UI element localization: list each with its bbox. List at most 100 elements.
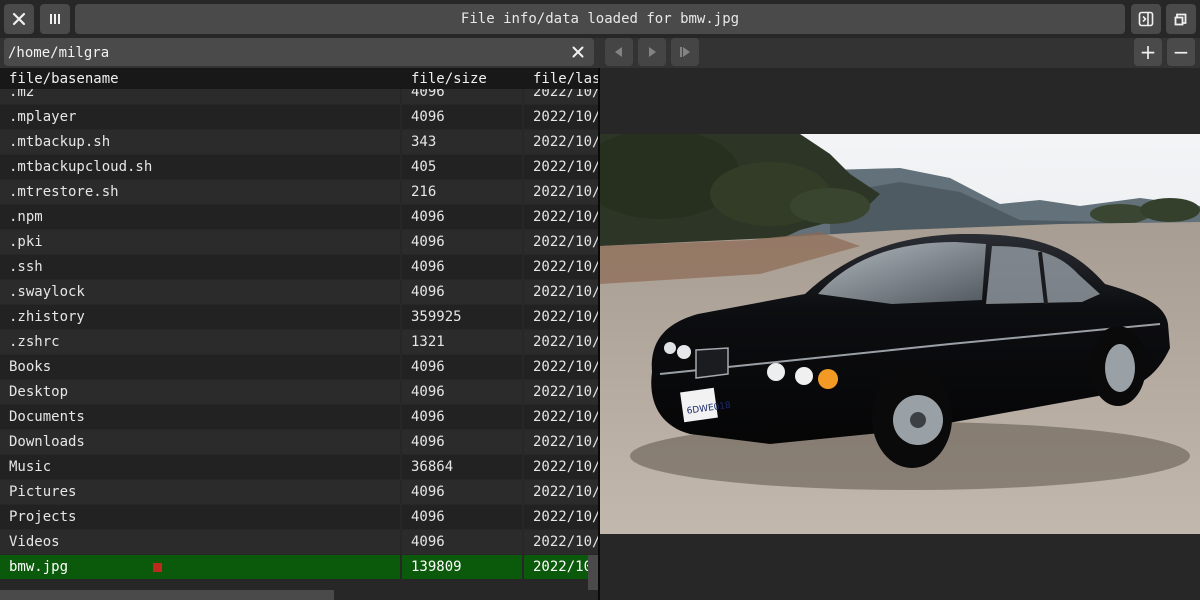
cell-size: 405 bbox=[402, 155, 522, 179]
cell-size: 1321 bbox=[402, 330, 522, 354]
preview-image: 6DWE018 bbox=[600, 134, 1200, 534]
table-row[interactable]: .mplayer 4096 2022/10/ bbox=[0, 105, 598, 130]
cell-lastmod: 2022/10/ bbox=[524, 555, 598, 579]
cell-size: 4096 bbox=[402, 355, 522, 379]
table-row[interactable]: .mtrestore.sh 216 2022/10/ bbox=[0, 180, 598, 205]
cell-size: 139809 bbox=[402, 555, 522, 579]
cell-basename: .zshrc bbox=[0, 330, 400, 354]
table-row[interactable]: Music 36864 2022/10/ bbox=[0, 455, 598, 480]
cell-lastmod: 2022/10/ bbox=[524, 405, 598, 429]
cell-size: 4096 bbox=[402, 480, 522, 504]
cell-size: 4096 bbox=[402, 105, 522, 129]
cell-lastmod: 2022/10/ bbox=[524, 305, 598, 329]
cell-lastmod: 2022/10/ bbox=[524, 205, 598, 229]
cell-size: 216 bbox=[402, 180, 522, 204]
cell-basename: Documents bbox=[0, 405, 400, 429]
cell-lastmod: 2022/10/ bbox=[524, 455, 598, 479]
cell-lastmod: 2022/10/ bbox=[524, 155, 598, 179]
next-button[interactable] bbox=[671, 38, 699, 66]
image-preview-pane: 6DWE018 bbox=[600, 68, 1200, 600]
table-row[interactable]: .ssh 4096 2022/10/ bbox=[0, 255, 598, 280]
cell-size: 4096 bbox=[402, 255, 522, 279]
columns-icon bbox=[50, 14, 60, 24]
cell-basename: .mtbackup.sh bbox=[0, 130, 400, 154]
clear-icon bbox=[572, 46, 584, 58]
toggle-sidebar-button[interactable] bbox=[1131, 4, 1161, 34]
cell-lastmod: 2022/10/ bbox=[524, 280, 598, 304]
cell-basename: .npm bbox=[0, 205, 400, 229]
table-row[interactable]: .npm 4096 2022/10/ bbox=[0, 205, 598, 230]
cell-basename: bmw.jpg bbox=[0, 555, 400, 579]
cell-basename: .ssh bbox=[0, 255, 400, 279]
cell-size: 359925 bbox=[402, 305, 522, 329]
path-field[interactable] bbox=[4, 38, 594, 68]
cell-size: 343 bbox=[402, 130, 522, 154]
zoom-in-button[interactable]: + bbox=[1134, 38, 1162, 66]
cell-basename: Projects bbox=[0, 505, 400, 529]
cell-lastmod: 2022/10/ bbox=[524, 430, 598, 454]
cell-basename: .mtrestore.sh bbox=[0, 180, 400, 204]
minus-icon: − bbox=[1172, 40, 1190, 64]
column-header-basename[interactable]: file/basename bbox=[9, 71, 119, 87]
cell-basename: .mtbackupcloud.sh bbox=[0, 155, 400, 179]
cell-basename: Videos bbox=[0, 530, 400, 554]
sidebar-toggle-icon bbox=[1138, 11, 1154, 27]
cell-lastmod: 2022/10/ bbox=[524, 180, 598, 204]
skip-next-icon bbox=[680, 47, 690, 57]
cell-lastmod: 2022/10/ bbox=[524, 130, 598, 154]
cell-size: 4096 bbox=[402, 230, 522, 254]
horizontal-scrollbar[interactable] bbox=[0, 590, 334, 600]
cell-basename: .swaylock bbox=[0, 280, 400, 304]
table-row[interactable]: .zshrc 1321 2022/10/ bbox=[0, 330, 598, 355]
cell-lastmod: 2022/10/ bbox=[524, 530, 598, 554]
table-row[interactable]: Projects 4096 2022/10/ bbox=[0, 505, 598, 530]
column-header-size[interactable]: file/size bbox=[411, 71, 487, 87]
cell-size: 36864 bbox=[402, 455, 522, 479]
cell-basename: Desktop bbox=[0, 380, 400, 404]
fullscreen-icon bbox=[1174, 13, 1187, 26]
clear-path-button[interactable] bbox=[568, 42, 588, 62]
cell-size: 4096 bbox=[402, 430, 522, 454]
table-row[interactable]: .swaylock 4096 2022/10/ bbox=[0, 280, 598, 305]
table-row[interactable]: Pictures 4096 2022/10/ bbox=[0, 480, 598, 505]
table-row[interactable]: Documents 4096 2022/10/ bbox=[0, 405, 598, 430]
play-button[interactable] bbox=[638, 38, 666, 66]
selection-marker bbox=[153, 563, 162, 572]
table-row[interactable]: Desktop 4096 2022/10/ bbox=[0, 380, 598, 405]
cell-lastmod: 2022/10/ bbox=[524, 505, 598, 529]
cell-lastmod: 2022/10/ bbox=[524, 330, 598, 354]
cell-size: 4096 bbox=[402, 280, 522, 304]
table-row[interactable]: Books 4096 2022/10/ bbox=[0, 355, 598, 380]
triangle-left-icon bbox=[615, 47, 622, 57]
table-row[interactable]: .zhistory 359925 2022/10/ bbox=[0, 305, 598, 330]
close-button[interactable] bbox=[4, 4, 34, 34]
cell-basename: Downloads bbox=[0, 430, 400, 454]
path-input[interactable] bbox=[6, 38, 550, 68]
table-header: file/basename file/size file/las bbox=[0, 68, 598, 89]
cell-lastmod: 2022/10/ bbox=[524, 355, 598, 379]
previous-button[interactable] bbox=[605, 38, 633, 66]
table-row[interactable]: .pki 4096 2022/10/ bbox=[0, 230, 598, 255]
cell-basename: Pictures bbox=[0, 480, 400, 504]
status-title: File info/data loaded for bmw.jpg bbox=[75, 4, 1125, 34]
file-table: file/basename file/size file/las .m2 4096… bbox=[0, 68, 598, 590]
cell-size: 4096 bbox=[402, 205, 522, 229]
table-row[interactable]: .mtbackup.sh 343 2022/10/ bbox=[0, 130, 598, 155]
columns-button[interactable] bbox=[40, 4, 70, 34]
cell-basename: Books bbox=[0, 355, 400, 379]
cell-basename: .pki bbox=[0, 230, 400, 254]
zoom-out-button[interactable]: − bbox=[1167, 38, 1195, 66]
fullscreen-button[interactable] bbox=[1166, 4, 1196, 34]
cell-size: 4096 bbox=[402, 530, 522, 554]
cell-basename: .zhistory bbox=[0, 305, 400, 329]
cell-size: 4096 bbox=[402, 405, 522, 429]
close-icon bbox=[12, 12, 26, 26]
column-header-lastmod[interactable]: file/las bbox=[533, 71, 598, 87]
table-row[interactable]: .mtbackupcloud.sh 405 2022/10/ bbox=[0, 155, 598, 180]
vertical-scrollbar[interactable] bbox=[588, 555, 598, 590]
table-row[interactable]: Downloads 4096 2022/10/ bbox=[0, 430, 598, 455]
table-row[interactable]: Videos 4096 2022/10/ bbox=[0, 530, 598, 555]
table-row[interactable]: bmw.jpg 139809 2022/10/ bbox=[0, 555, 598, 580]
plus-icon: + bbox=[1139, 40, 1157, 64]
table-body: .m2 4096 2022/10/.mplayer 4096 2022/10/.mtba… bbox=[0, 80, 598, 580]
